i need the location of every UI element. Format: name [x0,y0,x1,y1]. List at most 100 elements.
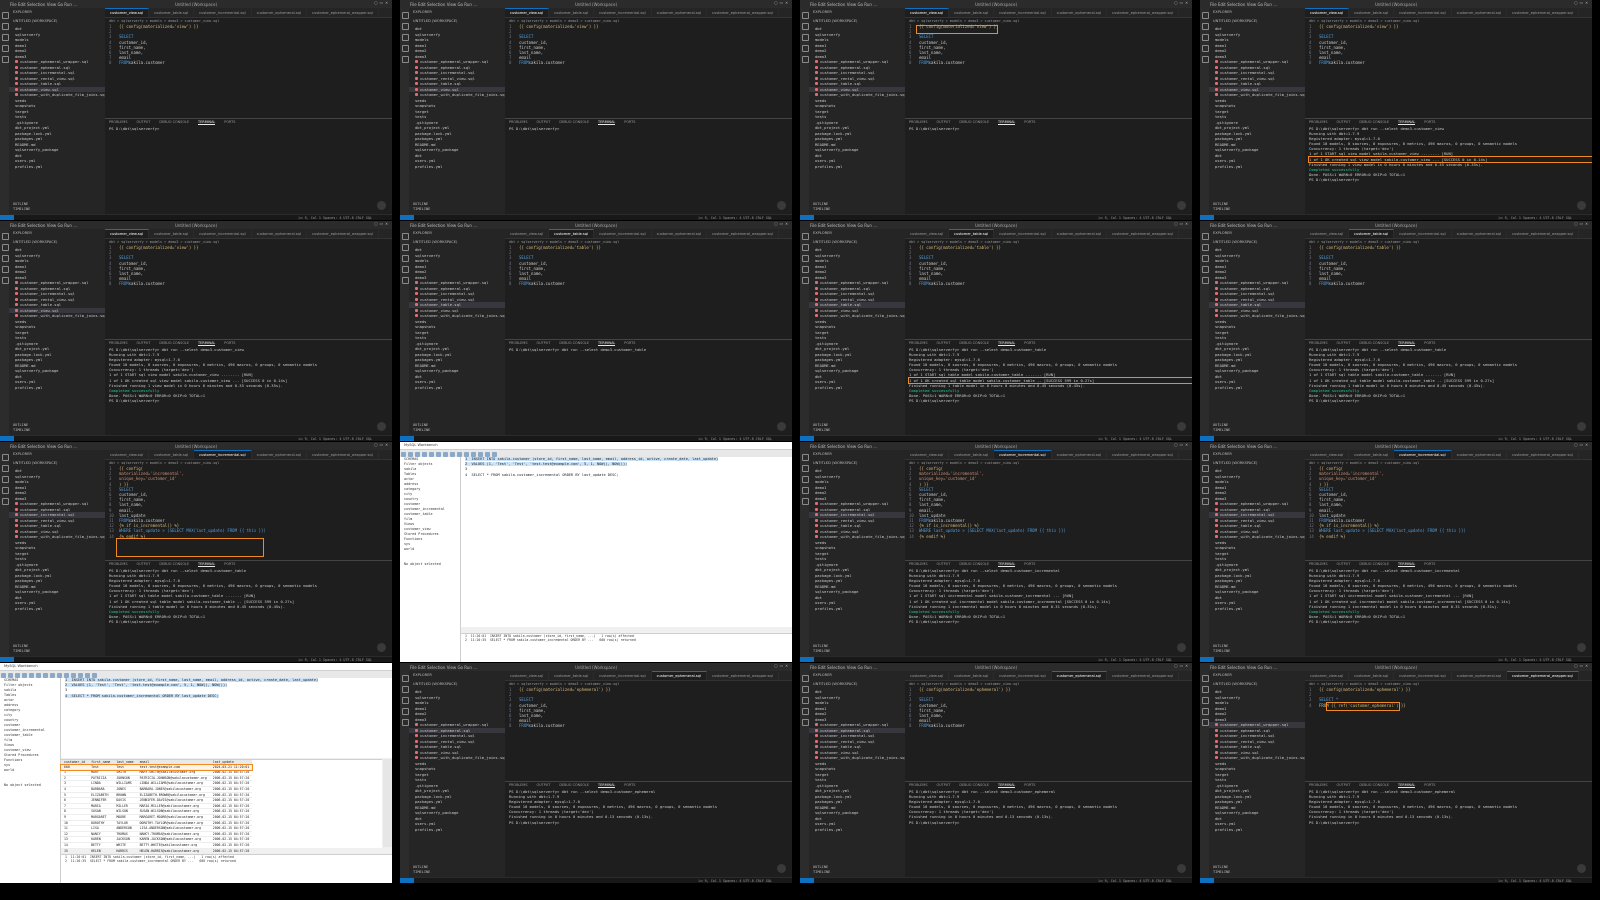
files-icon[interactable] [802,233,809,240]
account-avatar[interactable] [777,422,786,431]
editor-tab[interactable]: customer_ephemeral_wrapper.sql [1107,672,1179,680]
toolbar-button-icon[interactable] [443,451,448,457]
panel-tab[interactable]: TERMINAL [998,120,1016,125]
files-icon[interactable] [402,233,409,240]
panel-tab[interactable]: TERMINAL [1398,783,1416,788]
code-editor[interactable]: 1{{ config(materialized='table') }} 2 3 SEL… [905,245,1192,287]
editor-tab[interactable]: customer_table.sql [1348,229,1395,238]
editor-tab[interactable]: customer_ephemeral_wrapper.sql [1107,230,1179,238]
timeline-section[interactable]: TIMELINE [1213,428,1230,433]
extensions-icon[interactable] [402,719,409,726]
editor-tab[interactable]: customer_view.sql [505,8,549,17]
account-avatar[interactable] [777,201,786,210]
source-control-icon[interactable] [1202,34,1209,41]
panel-tab[interactable]: DEBUG CONSOLE [959,562,989,566]
panel-tab[interactable]: OUTPUT [137,562,151,566]
account-avatar[interactable] [377,201,386,210]
editor-tab[interactable]: customer_view.sql [1305,451,1349,459]
panel-tab[interactable]: PORTS [224,562,235,566]
editor-tab[interactable]: customer_table.sql [949,451,995,459]
window-controls[interactable]: ▢ ▭ ✕ [374,443,388,448]
timeline-section[interactable]: TIMELINE [413,207,430,212]
panel-tab[interactable]: TERMINAL [1398,120,1416,125]
editor-tab[interactable]: customer_ephemeral.sql [1452,9,1507,17]
panel-tab[interactable]: PROBLEMS [1309,783,1328,787]
files-icon[interactable] [1202,233,1209,240]
editor-tab[interactable]: customer_ephemeral_wrapper.sql [1107,9,1179,17]
grid-column-header[interactable]: last_name [113,760,137,765]
editor-tab[interactable]: customer_table.sql [1349,451,1395,459]
files-icon[interactable] [2,454,9,461]
panel-tab[interactable]: DEBUG CONSOLE [959,341,989,345]
panel-tab[interactable]: PORTS [1424,341,1435,345]
grid-column-header[interactable]: first_name [88,760,114,765]
tree-item[interactable]: profiles.yml [809,164,905,170]
tree-item[interactable]: profiles.yml [9,606,105,612]
panel-tab[interactable]: PROBLEMS [909,120,928,124]
extensions-icon[interactable] [2,498,9,505]
panel-tab[interactable]: OUTPUT [137,341,151,345]
toolbar-button-icon[interactable] [457,451,462,457]
editor-tab[interactable]: customer_table.sql [949,9,995,17]
run-debug-icon[interactable] [1202,45,1209,52]
account-avatar[interactable] [1177,201,1186,210]
source-control-icon[interactable] [2,34,9,41]
panel-tab[interactable]: PORTS [224,341,235,345]
panel-tab[interactable]: PROBLEMS [909,341,928,345]
toolbar-button-icon[interactable] [450,451,455,457]
editor-tab[interactable]: customer_ephemeral.sql [652,230,707,238]
search-icon[interactable] [1202,23,1209,30]
toolbar-button-icon[interactable] [436,451,441,457]
remote-indicator[interactable] [400,878,414,883]
table-row[interactable]: 15 HELEN HARRIS HELEN.HARRIS@sakilacustomer… [61,848,253,855]
editor-tab[interactable]: customer_ephemeral_wrapper.sql [707,230,779,238]
editor-tab[interactable]: customer_incremental.sql [994,230,1052,238]
source-control-icon[interactable] [802,697,809,704]
source-control-icon[interactable] [1202,697,1209,704]
panel-tab[interactable]: PROBLEMS [109,341,128,345]
run-debug-icon[interactable] [1202,708,1209,715]
editor-tab[interactable]: customer_ephemeral_wrapper.sql [1507,451,1579,459]
window-controls[interactable]: ▢ ▭ ✕ [1574,443,1588,448]
panel-tab[interactable]: OUTPUT [1337,120,1351,124]
editor-tab[interactable]: customer_table.sql [949,672,995,680]
panel-tab[interactable]: OUTPUT [537,783,551,787]
terminal-output[interactable]: PS D:\dbt\sqlserverfy> dbt run --select … [905,568,1192,624]
editor-tab[interactable]: customer_ephemeral.sql [1452,451,1507,459]
editor-tab[interactable]: customer_ephemeral.sql [1452,230,1507,238]
panel-tab[interactable]: OUTPUT [937,120,951,124]
panel-tab[interactable]: PORTS [1024,341,1035,345]
files-icon[interactable] [802,675,809,682]
editor-tab[interactable]: customer_ephemeral_wrapper.sql [307,451,379,459]
extensions-icon[interactable] [402,56,409,63]
run-debug-icon[interactable] [402,45,409,52]
extensions-icon[interactable] [802,719,809,726]
editor-tab[interactable]: customer_view.sql [905,672,949,680]
code-editor[interactable]: 1{{ config(materialized='ephemeral') }} 2… [505,687,792,729]
run-debug-icon[interactable] [1202,487,1209,494]
terminal-output[interactable]: PS D:\dbt\sqlserverfy> dbt run --select … [105,568,392,624]
editor-tab[interactable]: customer_view.sql [105,229,149,238]
terminal-output[interactable]: PS D:\dbt\sqlserverfy> dbt run --select … [1305,568,1592,624]
schema-tree-item[interactable]: world [400,547,460,552]
editor-tab[interactable]: customer_incremental.sql [994,672,1052,680]
editor-tab[interactable]: customer_view.sql [905,451,949,459]
extensions-icon[interactable] [2,277,9,284]
terminal-output[interactable]: PS D:\dbt\sqlserverfy> dbt run --select … [105,347,392,403]
tree-item[interactable]: profiles.yml [9,164,105,170]
terminal-output[interactable]: PS D:\dbt\sqlserverfy> [105,126,392,131]
toolbar-button-icon[interactable] [471,451,476,457]
files-icon[interactable] [1202,12,1209,19]
window-controls[interactable]: ▢ ▭ ✕ [1174,664,1188,669]
editor-tab[interactable]: customer_table.sql [549,672,595,680]
code-editor[interactable]: 1{{ config(materialized='view') }} 2 3 SELE… [1305,24,1592,66]
window-controls[interactable]: ▢ ▭ ✕ [774,1,788,6]
editor-tab[interactable]: customer_incremental.sql [194,230,252,238]
panel-tab[interactable]: OUTPUT [1337,341,1351,345]
grid-column-header[interactable]: customer_id [61,760,89,765]
editor-tab[interactable]: customer_ephemeral_wrapper.sql [707,672,779,680]
editor-tab[interactable]: customer_view.sql [1305,672,1349,680]
remote-indicator[interactable] [0,215,14,220]
panel-tab[interactable]: PROBLEMS [909,783,928,787]
run-debug-icon[interactable] [802,708,809,715]
